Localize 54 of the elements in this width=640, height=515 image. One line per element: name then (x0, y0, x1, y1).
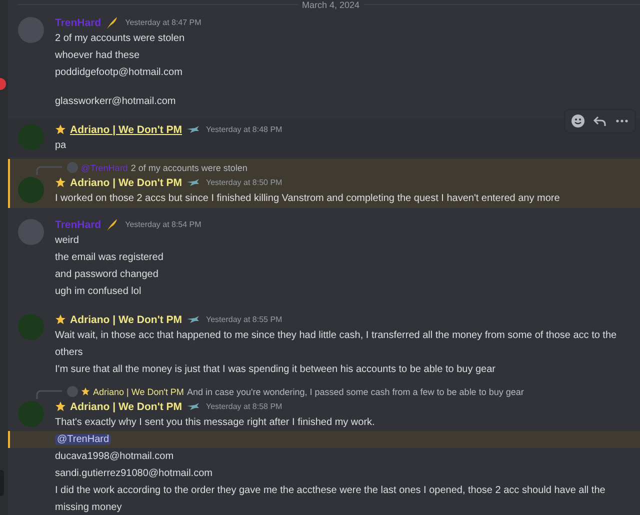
timestamp: Yesterday at 8:54 PM (125, 220, 202, 229)
timestamp: Yesterday at 8:55 PM (206, 315, 282, 324)
author-name[interactable]: Adriano | We Don't PM (70, 400, 182, 412)
reply-spine (36, 390, 62, 399)
avatar (67, 386, 78, 397)
avatar[interactable] (18, 314, 44, 340)
add-reaction-button[interactable] (569, 112, 587, 130)
reply-spine (36, 166, 62, 175)
bird-icon (186, 402, 200, 412)
message-text: Wait wait, in those acc that happened to me since they had little cash, I transferred all the money from some of those acc to the others (55, 330, 617, 358)
avatar (67, 162, 78, 173)
message-text: ducava1998@hotmail.com (55, 451, 174, 462)
author-name[interactable]: Adriano | We Don't PM (70, 176, 182, 188)
message-text: I worked on those 2 accs but since I finished killing Vanstrom and completing the quest I haven't entered any more (55, 193, 560, 204)
star-icon (81, 387, 90, 396)
quill-icon (105, 16, 120, 30)
timestamp: Yesterday at 8:47 PM (125, 18, 202, 27)
avatar[interactable] (18, 177, 44, 203)
message-text: and password changed (55, 269, 158, 280)
message-text: 2 of my accounts were stolen (55, 33, 185, 44)
bird-icon (186, 178, 200, 188)
message-text: weird (55, 235, 79, 246)
message-text: ugh im confused lol (55, 286, 142, 297)
timestamp: Yesterday at 8:50 PM (206, 178, 282, 187)
reply-preview[interactable]: 2 of my accounts were stolen (130, 162, 248, 172)
timestamp: Yesterday at 8:48 PM (206, 125, 282, 134)
author-name[interactable]: Adriano | We Don't PM (70, 124, 182, 136)
star-icon (55, 177, 66, 188)
avatar[interactable] (18, 124, 44, 150)
star-icon (55, 314, 66, 325)
avatar[interactable] (18, 401, 44, 427)
reply-author[interactable]: Adriano | We Don't PM (93, 386, 184, 396)
message-text: That's exactly why I sent you this message right after I finished my work. (55, 417, 375, 428)
smiley-icon (571, 114, 585, 128)
bird-icon (186, 124, 200, 134)
reply-preview[interactable]: And in case you're wondering, I passed some cash from a few to be able to buy gear (186, 386, 524, 396)
message-text: pa (55, 140, 66, 151)
message-text: poddidgefootp@hotmail.com (55, 67, 182, 78)
message-text: I did the work according to the order they gave me the accthese were the last ones I opened, those 2 acc should have all the missing money (55, 485, 606, 513)
message-text: sandi.gutierrez91080@hotmail.com (55, 468, 212, 479)
message-text: I'm sure that all the money is just that I was spending it between his accounts to be able to buy gear (55, 364, 496, 375)
user-mention[interactable]: @TrenHard (55, 434, 112, 445)
avatar[interactable] (18, 219, 44, 245)
message-text: whoever had these (55, 50, 140, 61)
message-text: glassworkerr@hotmail.com (55, 96, 176, 107)
message-text: the email was registered (55, 252, 164, 263)
bird-icon (186, 314, 200, 324)
quill-icon (105, 218, 120, 232)
author-name[interactable]: Adriano | We Don't PM (70, 314, 182, 326)
timestamp: Yesterday at 8:58 PM (206, 402, 282, 411)
star-icon (55, 401, 66, 412)
avatar[interactable] (18, 17, 44, 43)
star-icon (55, 124, 66, 135)
reply-arrow-icon (593, 114, 607, 128)
